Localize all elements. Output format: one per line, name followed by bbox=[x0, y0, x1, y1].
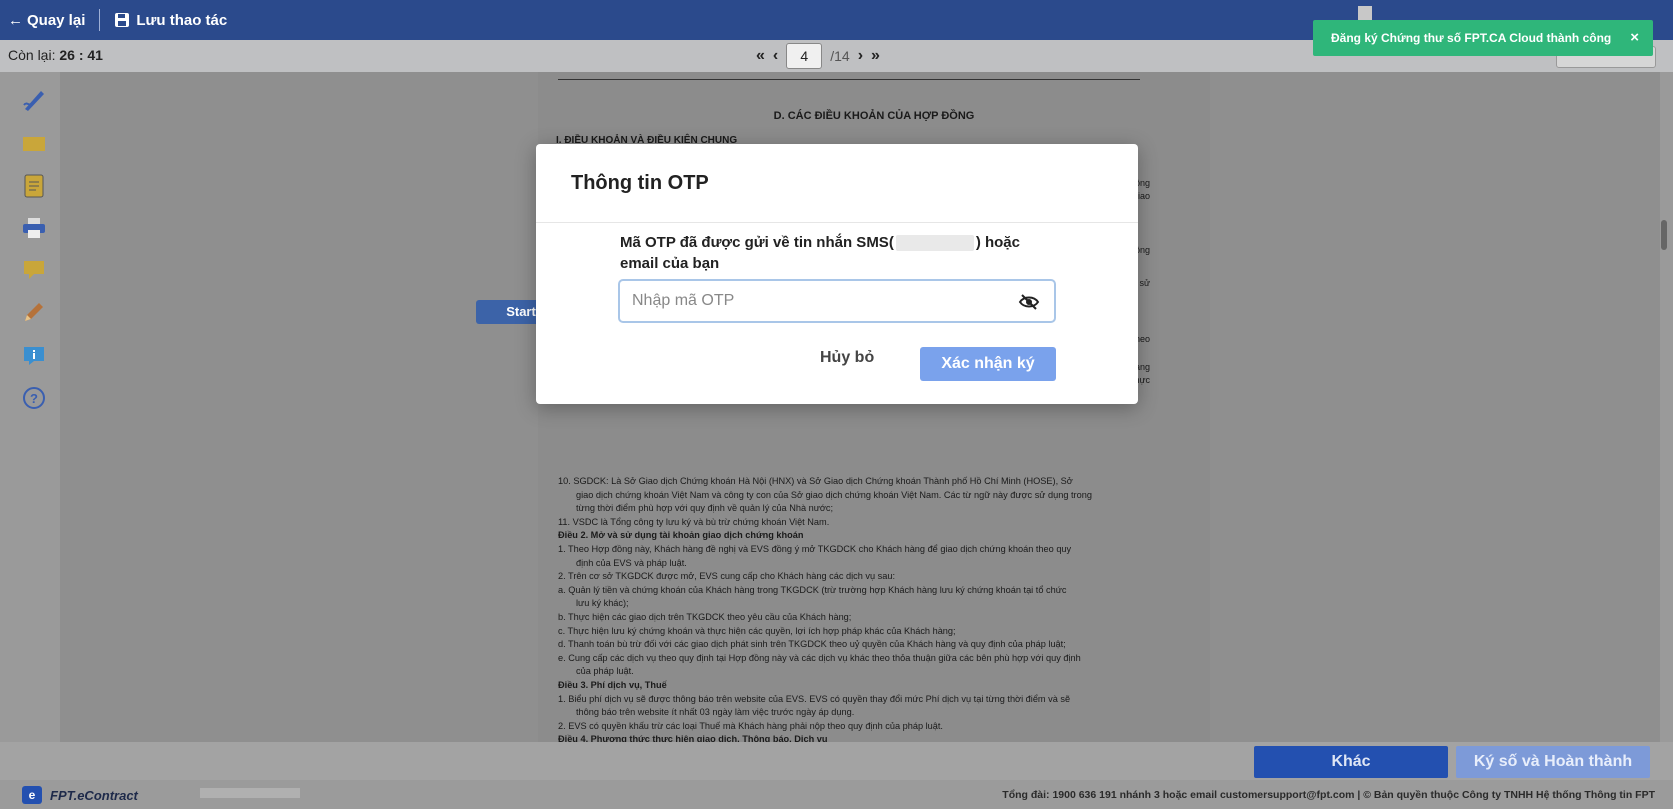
success-toast: Đăng ký Chứng thư số FPT.CA Cloud thành … bbox=[1313, 20, 1653, 56]
footer: e FPT.eContract Tổng đài: 1900 636 191 n… bbox=[0, 780, 1673, 809]
page-navigator: « ‹ 4 /14 › » bbox=[756, 43, 880, 69]
brand-name: FPT.eContract bbox=[50, 787, 138, 803]
masked-phone bbox=[895, 235, 974, 252]
otp-field[interactable] bbox=[618, 279, 1056, 323]
back-label: Quay lại bbox=[27, 11, 86, 29]
document-line: 11. VSDC là Tổng công ty lưu ký và bù tr… bbox=[558, 516, 830, 527]
next-page-button[interactable]: › bbox=[858, 47, 863, 65]
page-number-input[interactable]: 4 bbox=[786, 43, 823, 69]
section-title: D. CÁC ĐIỀU KHOẢN CỦA HỢP ĐỒNG bbox=[773, 110, 975, 122]
document-line: Điều 3. Phí dịch vụ, Thuế bbox=[558, 679, 667, 690]
cancel-button[interactable]: Hủy bỏ bbox=[820, 349, 874, 367]
document-line: d. Thanh toán bù trừ đối với các giao dị… bbox=[558, 639, 1066, 650]
close-icon[interactable]: × bbox=[1630, 29, 1639, 46]
print-tool[interactable] bbox=[20, 214, 48, 242]
stamp-icon bbox=[23, 137, 45, 151]
back-button[interactable]: ← Quay lại bbox=[0, 12, 85, 29]
document-line: của pháp luật. bbox=[576, 666, 634, 677]
signature-icon bbox=[23, 91, 44, 111]
help-tool[interactable]: ? bbox=[20, 384, 48, 412]
confirm-sign-button[interactable]: Xác nhận ký bbox=[920, 347, 1056, 381]
save-actions-button[interactable]: Lưu thao tác bbox=[114, 12, 227, 29]
document-line: lưu ký khác); bbox=[576, 598, 629, 609]
document-line: c. Thực hiện lưu ký chứng khoán và thực … bbox=[558, 625, 956, 636]
brand-logo: e FPT.eContract bbox=[22, 786, 138, 804]
other-button[interactable]: Khác bbox=[1254, 746, 1448, 778]
document-body: 10. SGDCK: Là Sở Giao dịch Chứng khoán H… bbox=[558, 475, 1158, 742]
econtract-logo-icon: e bbox=[22, 786, 42, 804]
last-page-button[interactable]: » bbox=[871, 47, 880, 65]
document-line: Điều 2. Mở và sử dụng tài khoản giao dịc… bbox=[558, 530, 804, 541]
svg-text:?: ? bbox=[30, 391, 38, 406]
document-line: giao dịch chứng khoán Việt Nam và công t… bbox=[576, 489, 1092, 500]
sign-complete-button[interactable]: Ký số và Hoàn thành bbox=[1456, 746, 1650, 778]
document-line: e. Cung cấp các dịch vụ theo quy định tạ… bbox=[558, 652, 1081, 663]
document-line: 1. Biểu phí dịch vụ sẽ được thông báo tr… bbox=[558, 693, 1071, 704]
document-line: thông báo trên website ít nhất 03 ngày l… bbox=[576, 707, 855, 718]
first-page-button[interactable]: « bbox=[756, 47, 765, 65]
document-tool[interactable] bbox=[20, 172, 48, 200]
document-line: a. Quản lý tiền và chứng khoán của Khách… bbox=[558, 584, 1067, 595]
help-icon: ? bbox=[23, 387, 45, 409]
printer-icon bbox=[23, 218, 45, 238]
footer-decoration bbox=[200, 788, 300, 798]
divider bbox=[99, 9, 101, 31]
edit-tool[interactable] bbox=[20, 298, 48, 326]
page-total: /14 bbox=[830, 48, 850, 64]
signature-pen-tool[interactable] bbox=[20, 86, 48, 114]
document-line: 1. Theo Hợp đồng này, Khách hàng đề nghị… bbox=[558, 543, 1072, 554]
document-line: 10. SGDCK: Là Sở Giao dịch Chứng khoán H… bbox=[558, 476, 1073, 486]
document-line: 2. EVS có quyền khấu trừ các loại Thuế m… bbox=[558, 720, 943, 731]
page-rule bbox=[558, 79, 1140, 80]
comment-tool[interactable] bbox=[20, 256, 48, 284]
document-line: từng thời điểm phù hợp với quy định về q… bbox=[576, 503, 834, 514]
info-icon bbox=[24, 347, 44, 365]
document-line: định của EVS và pháp luật. bbox=[576, 557, 687, 568]
document-line: 2. Trên cơ sở TKGDCK được mở, EVS cung c… bbox=[558, 571, 895, 582]
info-tool[interactable] bbox=[20, 342, 48, 370]
document-line: Điều 4. Phương thức thực hiện giao dịch,… bbox=[558, 734, 828, 742]
prev-page-button[interactable]: ‹ bbox=[773, 47, 778, 65]
document-line: b. Thực hiện các giao dịch trên TKGDCK t… bbox=[558, 611, 852, 622]
countdown-value: 26 : 41 bbox=[59, 47, 103, 63]
otp-dialog: Thông tin OTP Mã OTP đã được gửi về tin … bbox=[536, 144, 1138, 404]
floppy-disk-icon bbox=[115, 13, 130, 27]
dialog-title: Thông tin OTP bbox=[571, 172, 709, 194]
otp-message: Mã OTP đã được gửi về tin nhắn SMS() hoặ… bbox=[620, 234, 1020, 272]
save-actions-label: Lưu thao tác bbox=[136, 11, 228, 29]
comment-icon bbox=[24, 261, 44, 279]
toast-message: Đăng ký Chứng thư số FPT.CA Cloud thành … bbox=[1331, 31, 1612, 45]
dialog-divider bbox=[536, 222, 1138, 223]
arrow-left-icon: ← bbox=[8, 11, 23, 29]
scrollbar-thumb[interactable] bbox=[1661, 220, 1667, 250]
otp-input[interactable] bbox=[632, 289, 1002, 313]
eye-slash-icon[interactable] bbox=[1018, 293, 1040, 311]
stamp-tool[interactable] bbox=[20, 130, 48, 158]
document-icon bbox=[24, 174, 44, 198]
footer-info: Tổng đài: 1900 636 191 nhánh 3 hoặc emai… bbox=[1002, 789, 1655, 801]
action-bar: Khác Ký số và Hoàn thành bbox=[0, 742, 1673, 780]
pencil-icon bbox=[25, 303, 43, 321]
countdown-timer: Còn lại: 26 : 41 bbox=[8, 47, 103, 63]
tool-sidebar: ? bbox=[0, 72, 60, 742]
